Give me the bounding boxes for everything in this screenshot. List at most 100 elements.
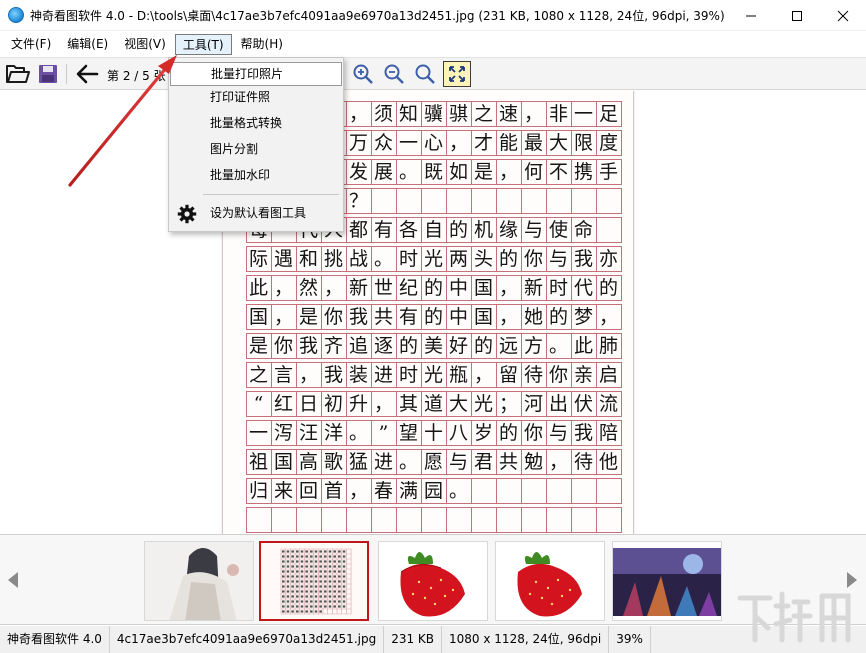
grid-cell xyxy=(621,450,622,474)
menu-tools[interactable]: 工具(T) xyxy=(174,33,232,55)
grid-cell: 时 xyxy=(546,276,570,300)
fit-window-button[interactable] xyxy=(443,61,471,87)
page-indicator: 第 2 / 5 张 xyxy=(107,69,166,83)
menu-view[interactable]: 视图(V) xyxy=(117,34,173,55)
minimize-button[interactable] xyxy=(728,0,774,31)
grid-cell: 知 xyxy=(396,102,420,126)
grid-cell: 代 xyxy=(571,276,595,300)
grid-cell: 此 xyxy=(246,276,270,300)
menu-help[interactable]: 帮助(H) xyxy=(234,34,290,55)
grid-cell xyxy=(621,102,622,126)
image-canvas[interactable]: ，须知骥骐之速，非一足万众一心，才能最大限度发展。既如是，何不携手？每一代人都有… xyxy=(0,91,866,534)
grid-cell: 你 xyxy=(271,334,295,358)
grid-cell: 两 xyxy=(446,247,470,271)
menu-batch-print[interactable]: 批量打印照片 xyxy=(170,62,342,86)
thumb-game-scene[interactable] xyxy=(612,541,722,621)
grid-cell xyxy=(346,508,370,532)
grid-row: 是你我齐追逐的美好的远方。此肺 xyxy=(246,333,622,359)
grid-cell: 携 xyxy=(571,160,595,184)
maximize-button[interactable] xyxy=(774,0,820,31)
grid-cell xyxy=(496,479,520,503)
grid-cell: 此 xyxy=(571,334,595,358)
grid-cell xyxy=(621,247,622,271)
zoom-out-button[interactable] xyxy=(380,61,408,87)
grid-cell: 我 xyxy=(571,247,595,271)
previous-button[interactable] xyxy=(73,61,101,87)
grid-cell xyxy=(621,218,622,242)
thumb-strawberry-2[interactable] xyxy=(495,541,605,621)
grid-cell xyxy=(496,508,520,532)
back-arrow-icon xyxy=(76,64,99,84)
grid-cell: 。 xyxy=(546,334,570,358)
actual-size-button[interactable] xyxy=(411,61,439,87)
grid-cell: 光 xyxy=(421,247,445,271)
grid-cell xyxy=(371,508,395,532)
thumb-strawberry-1[interactable] xyxy=(378,541,488,621)
grid-cell: 泻 xyxy=(271,421,295,445)
grid-cell: 你 xyxy=(321,305,345,329)
grid-cell: 战 xyxy=(346,247,370,271)
grid-cell xyxy=(421,508,445,532)
status-app: 神奇看图软件 4.0 xyxy=(0,626,110,653)
close-icon xyxy=(837,10,849,21)
grid-cell: 猛 xyxy=(346,450,370,474)
grid-cell: 八 xyxy=(446,421,470,445)
strawberry-image xyxy=(379,542,487,620)
grid-cell: 和 xyxy=(296,247,320,271)
grid-cell xyxy=(621,479,622,503)
grid-cell: 的 xyxy=(471,334,495,358)
grid-cell: 众 xyxy=(371,131,395,155)
save-button[interactable] xyxy=(34,61,62,87)
menu-batch-watermark[interactable]: 批量加水印 xyxy=(170,164,342,188)
grid-cell: 。 xyxy=(371,247,395,271)
save-icon xyxy=(39,65,57,83)
grid-cell xyxy=(546,479,570,503)
grid-row: “红日初升，其道大光；河出伏流 xyxy=(246,391,622,417)
menu-image-split[interactable]: 图片分割 xyxy=(170,138,342,162)
grid-cell: 君 xyxy=(471,450,495,474)
grid-cell: ， xyxy=(596,305,620,329)
grid-cell: 归 xyxy=(246,479,270,503)
open-button[interactable] xyxy=(4,61,32,87)
grid-cell: 一 xyxy=(396,131,420,155)
grid-row: 此，然，新世纪的中国，新时代的 xyxy=(246,275,622,301)
grid-cell: ， xyxy=(471,363,495,387)
open-folder-icon xyxy=(6,65,30,83)
grid-cell: 岁 xyxy=(471,421,495,445)
menu-batch-convert[interactable]: 批量格式转换 xyxy=(170,112,342,136)
grid-row: 一泻汪洋。” 望十八岁的你与我陪 xyxy=(246,420,622,446)
menu-file[interactable]: 文件(F) xyxy=(4,34,58,55)
grid-cell: 世 xyxy=(371,276,395,300)
grid-cell xyxy=(621,421,622,445)
scroll-left-icon[interactable] xyxy=(6,571,20,589)
menu-id-photo-print[interactable]: 打印证件照 xyxy=(170,86,342,110)
zoom-in-button[interactable] xyxy=(349,61,377,87)
thumb-character-art[interactable] xyxy=(144,541,254,621)
grid-cell xyxy=(621,131,622,155)
grid-cell: 国 xyxy=(271,450,295,474)
menu-edit[interactable]: 编辑(E) xyxy=(60,34,115,55)
close-button[interactable] xyxy=(820,0,866,31)
window-controls xyxy=(728,0,866,31)
grid-cell: ， xyxy=(346,479,370,503)
menu-set-default[interactable]: 设为默认看图工具 xyxy=(170,202,342,226)
grid-cell: 你 xyxy=(521,421,545,445)
grid-cell xyxy=(596,479,620,503)
grid-cell: 际 xyxy=(246,247,270,271)
thumb-handwritten-page[interactable] xyxy=(259,541,369,621)
tools-menu: 批量打印照片 打印证件照 批量格式转换 图片分割 批量加水印 设为默认看图工具 xyxy=(168,57,344,232)
grid-cell: 勉 xyxy=(521,450,545,474)
title-bar: 神奇看图软件 4.0 - D:\tools\桌面\4c17ae3b7efc409… xyxy=(0,0,866,31)
grid-cell xyxy=(546,189,570,213)
character-art-image xyxy=(145,542,253,620)
grid-cell: 你 xyxy=(546,363,570,387)
grid-cell: 我 xyxy=(321,363,345,387)
grid-cell xyxy=(571,189,595,213)
grid-cell: 我 xyxy=(571,421,595,445)
grid-cell xyxy=(371,189,395,213)
grid-cell: 何 xyxy=(521,160,545,184)
grid-cell xyxy=(421,189,445,213)
grid-cell: 展 xyxy=(371,160,395,184)
zoom-in-icon xyxy=(353,64,373,84)
grid-cell: 各 xyxy=(396,218,420,242)
